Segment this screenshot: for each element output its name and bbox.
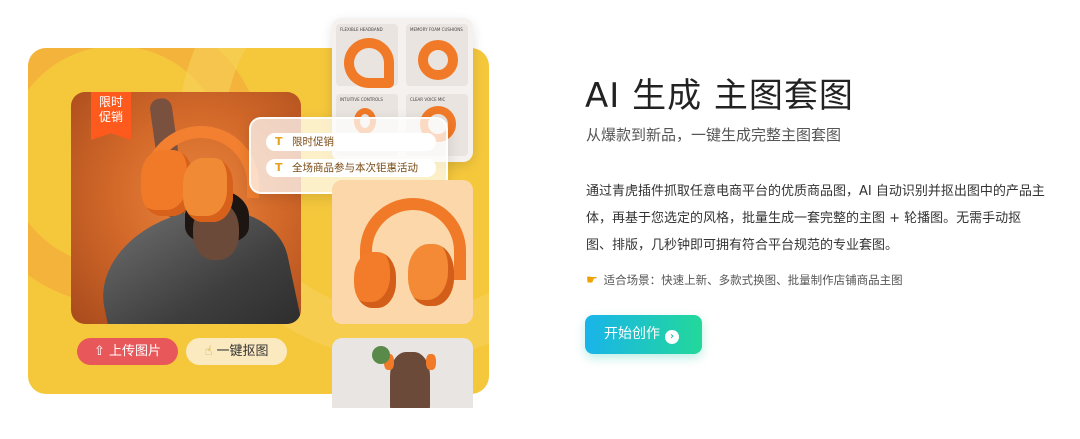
detail-tile-label: MEMORY FOAM CUSHIONS bbox=[410, 27, 463, 32]
promo-row: T 全场商品参与本次钜惠活动 bbox=[266, 159, 436, 177]
headphone-cup bbox=[183, 158, 233, 222]
plant bbox=[372, 346, 390, 364]
start-creating-button[interactable]: 开始创作 › bbox=[585, 315, 702, 354]
promo-badge-text: 限时 促销 bbox=[98, 95, 123, 124]
upload-icon: ⇧ bbox=[93, 344, 105, 359]
detail-tile-label: CLEAR VOICE MIC bbox=[410, 97, 446, 102]
pointing-hand-icon: ☛ bbox=[586, 273, 598, 288]
person-figure bbox=[390, 352, 430, 408]
promo-row-text: 全场商品参与本次钜惠活动 bbox=[292, 162, 418, 174]
use-case-text: 适合场景：快速上新、多款式换图、批量制作店铺商品主图 bbox=[603, 273, 903, 287]
detail-tile-label: FLEXIBLE HEADBAND bbox=[340, 27, 383, 32]
one-click-matting-button[interactable]: ☝ 一键抠图 bbox=[186, 338, 287, 365]
t-icon: T bbox=[275, 161, 283, 174]
start-creating-label: 开始创作 bbox=[604, 326, 660, 342]
headphone-cup bbox=[354, 252, 396, 308]
promo-row-text: 限时促销 bbox=[292, 136, 334, 148]
upload-image-button[interactable]: ⇧ 上传图片 bbox=[77, 338, 178, 365]
arrow-right-circle-icon: › bbox=[665, 330, 679, 344]
feature-description: 通过青虎插件抓取任意电商平台的优质商品图，AI 自动识别并抠出图中的产品主体，再… bbox=[586, 184, 1045, 253]
detail-tile: MEMORY FOAM CUSHIONS bbox=[406, 24, 468, 86]
cushion-image bbox=[418, 40, 458, 80]
one-click-matting-label: 一键抠图 bbox=[216, 344, 269, 359]
page-subtitle: 从爆款到新品，一键生成完整主图套图 bbox=[586, 126, 842, 144]
promo-badge: 限时 促销 bbox=[91, 92, 131, 140]
headband-image bbox=[344, 38, 394, 88]
t-icon: T bbox=[275, 135, 283, 148]
headphone-cup bbox=[408, 244, 454, 306]
product-card bbox=[332, 180, 473, 324]
detail-tile-label: INTUITIVE CONTROLS bbox=[340, 97, 383, 102]
use-case-line: ☛ 适合场景：快速上新、多款式换图、批量制作店铺商品主图 bbox=[586, 272, 903, 288]
lifestyle-card bbox=[332, 338, 473, 408]
headphone-cup bbox=[426, 354, 436, 370]
detail-tile: FLEXIBLE HEADBAND bbox=[336, 24, 398, 88]
promo-row: T 限时促销 bbox=[266, 133, 436, 151]
upload-image-label: 上传图片 bbox=[109, 344, 162, 359]
cursor-click-icon: ☝ bbox=[204, 344, 213, 359]
page-title: AI 生成 主图套图 bbox=[585, 76, 854, 116]
